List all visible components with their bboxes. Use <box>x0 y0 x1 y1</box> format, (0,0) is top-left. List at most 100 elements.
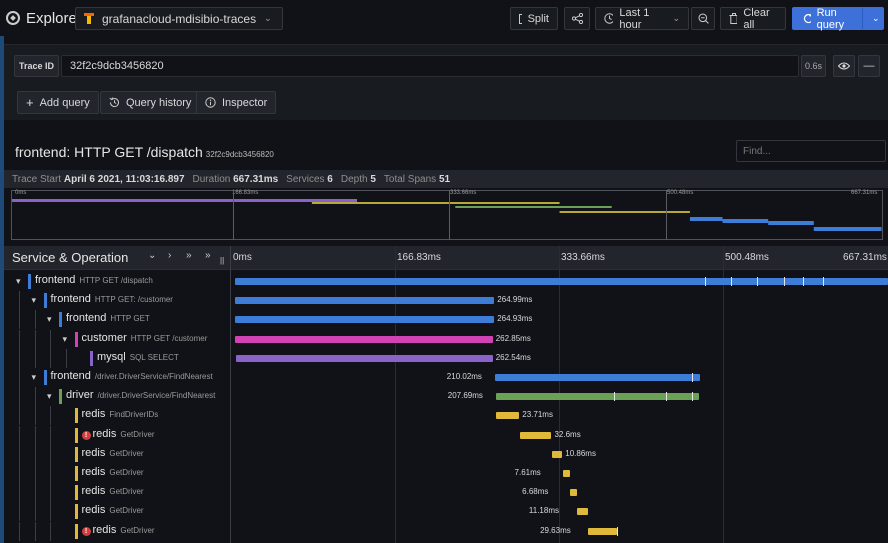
span-bar[interactable] <box>551 450 563 458</box>
split-button[interactable]: Split <box>510 7 558 30</box>
span-bar[interactable] <box>570 489 577 497</box>
query-history-label: Query history <box>126 96 192 109</box>
span-name[interactable]: frontend HTTP GET <box>66 312 150 324</box>
span-service: frontend <box>66 312 107 325</box>
expand-toggle-icon[interactable]: ▾ <box>47 314 52 325</box>
span-row[interactable]: ! redis GetDriver 32.6ms <box>4 425 888 445</box>
trash-icon <box>729 13 738 24</box>
span-bar[interactable] <box>588 527 618 535</box>
minimap-divider <box>666 190 667 240</box>
zoom-out-icon <box>698 13 709 24</box>
timeline-tick: 333.66ms <box>561 252 605 263</box>
remove-query-button[interactable]: — <box>858 55 880 77</box>
span-bar[interactable] <box>235 354 493 362</box>
indent-guide <box>19 348 20 368</box>
span-bar[interactable] <box>494 374 701 381</box>
minimap-span <box>12 199 357 202</box>
span-row[interactable]: redis GetDriver 6.68ms <box>4 483 888 503</box>
span-log-marker <box>731 277 733 286</box>
span-bar[interactable] <box>235 316 495 324</box>
span-name[interactable]: frontend HTTP GET /dispatch <box>35 274 153 286</box>
indent-guide <box>34 444 36 464</box>
minimap-tick: 0ms <box>15 190 27 196</box>
expand-toggle-icon[interactable]: ▾ <box>32 295 37 306</box>
clear-all-button[interactable]: Clear all <box>720 7 786 31</box>
service-color-bar <box>59 312 62 328</box>
add-query-button[interactable]: + Add query <box>17 91 99 114</box>
compass-icon <box>6 11 20 25</box>
span-row[interactable]: redis GetDriver 10.86ms <box>4 444 888 464</box>
collapse-one-icon[interactable]: ⌄ <box>148 250 156 261</box>
span-row[interactable]: ▾ customer HTTP GET /customer 262.85ms <box>4 329 888 349</box>
span-name[interactable]: redis FindDriverIDs <box>82 408 159 420</box>
refresh-icon <box>803 13 811 24</box>
span-service: frontend <box>50 293 91 306</box>
minimap-tick: 500.48ms <box>667 190 694 196</box>
collapse-all-icon[interactable]: » <box>186 250 192 261</box>
span-bar[interactable] <box>562 470 570 477</box>
eye-icon <box>838 62 850 70</box>
span-row[interactable]: redis GetDriver 7.61ms <box>4 464 888 483</box>
query-history-button[interactable]: Query history <box>100 91 201 114</box>
trace-services: Services 6 <box>286 173 333 185</box>
trace-id-input[interactable]: 32f2c9dcb3456820 <box>61 55 799 77</box>
span-name[interactable]: mysql SQL SELECT <box>97 351 179 363</box>
expand-one-icon[interactable]: › <box>168 250 171 261</box>
run-query-button[interactable]: Run query ⌄ <box>792 7 884 31</box>
expand-all-icon[interactable]: » <box>205 250 211 261</box>
inspector-button[interactable]: Inspector <box>196 91 277 114</box>
span-name[interactable]: customer HTTP GET /customer <box>82 332 208 344</box>
span-service: frontend <box>50 370 91 382</box>
span-row[interactable]: ▾ driver/driver.DriverService/FindNearest… <box>4 387 888 407</box>
expand-toggle-icon[interactable]: ▾ <box>47 391 52 402</box>
share-button[interactable] <box>564 7 590 30</box>
minimap-divider <box>449 190 450 240</box>
span-bar[interactable] <box>235 297 495 305</box>
span-bar[interactable] <box>576 508 588 516</box>
chevron-down-icon: ⌄ <box>672 13 680 23</box>
service-color-bar <box>74 408 78 424</box>
service-color-bar <box>74 523 78 539</box>
span-row[interactable]: ! redis GetDriver 29.63ms <box>4 521 888 541</box>
span-row[interactable]: ▾ frontend/driver.DriverService/FindNeare… <box>4 368 888 387</box>
expand-toggle-icon[interactable]: ▾ <box>63 334 68 345</box>
expand-toggle-icon[interactable]: ▾ <box>32 372 37 383</box>
span-name[interactable]: redis GetDriver <box>82 466 144 478</box>
span-row[interactable]: redis FindDriverIDs 23.71ms <box>4 406 888 426</box>
span-name[interactable]: driver/driver.DriverService/FindNearest <box>66 389 215 401</box>
span-bar[interactable] <box>496 412 520 420</box>
span-name[interactable]: redis GetDriver <box>82 504 144 516</box>
span-name[interactable]: frontend HTTP GET: /customer <box>51 293 173 305</box>
span-name[interactable]: redis GetDriver <box>82 485 144 497</box>
span-name[interactable]: ! redis GetDriver <box>81 428 155 440</box>
time-range-picker[interactable]: Last 1 hour ⌄ <box>595 7 689 31</box>
minimap-span <box>722 219 769 223</box>
expand-toggle-icon[interactable]: ▾ <box>16 276 21 287</box>
span-row[interactable]: ▾ frontend HTTP GET 264.93ms <box>4 310 888 330</box>
span-name[interactable]: ! redis GetDriver <box>81 524 155 536</box>
resize-handle-icon[interactable]: || <box>220 256 224 265</box>
span-bar[interactable] <box>519 431 552 439</box>
span-bar[interactable] <box>495 393 700 401</box>
chevron-down-icon[interactable]: ⌄ <box>869 13 883 24</box>
span-bar[interactable] <box>235 335 493 343</box>
toggle-visibility-button[interactable] <box>833 55 855 77</box>
span-duration: 10.86ms <box>565 448 596 458</box>
span-operation: SQL SELECT <box>129 352 179 362</box>
span-row[interactable]: redis GetDriver 11.18ms <box>4 502 888 522</box>
span-operation: GetDriver <box>109 448 144 458</box>
indent-guide <box>19 464 20 483</box>
span-row[interactable]: ▾ frontend HTTP GET /dispatch <box>4 272 888 291</box>
span-log-marker <box>783 277 785 286</box>
span-log-marker <box>692 392 694 402</box>
span-service: frontend <box>35 274 76 286</box>
find-input[interactable]: Find... <box>736 140 886 162</box>
span-name[interactable]: frontend/driver.DriverService/FindNeares… <box>51 370 213 382</box>
span-bar[interactable] <box>235 278 888 285</box>
span-row[interactable]: mysql SQL SELECT 262.54ms <box>4 348 888 368</box>
zoom-out-button[interactable] <box>691 7 715 30</box>
span-name[interactable]: redis GetDriver <box>82 447 144 459</box>
span-row[interactable]: ▾ frontend HTTP GET: /customer 264.99ms <box>4 291 888 311</box>
run-query-main[interactable]: Run query <box>793 7 863 31</box>
datasource-picker[interactable]: grafanacloud-mdisibio-traces ⌄ <box>75 7 283 30</box>
